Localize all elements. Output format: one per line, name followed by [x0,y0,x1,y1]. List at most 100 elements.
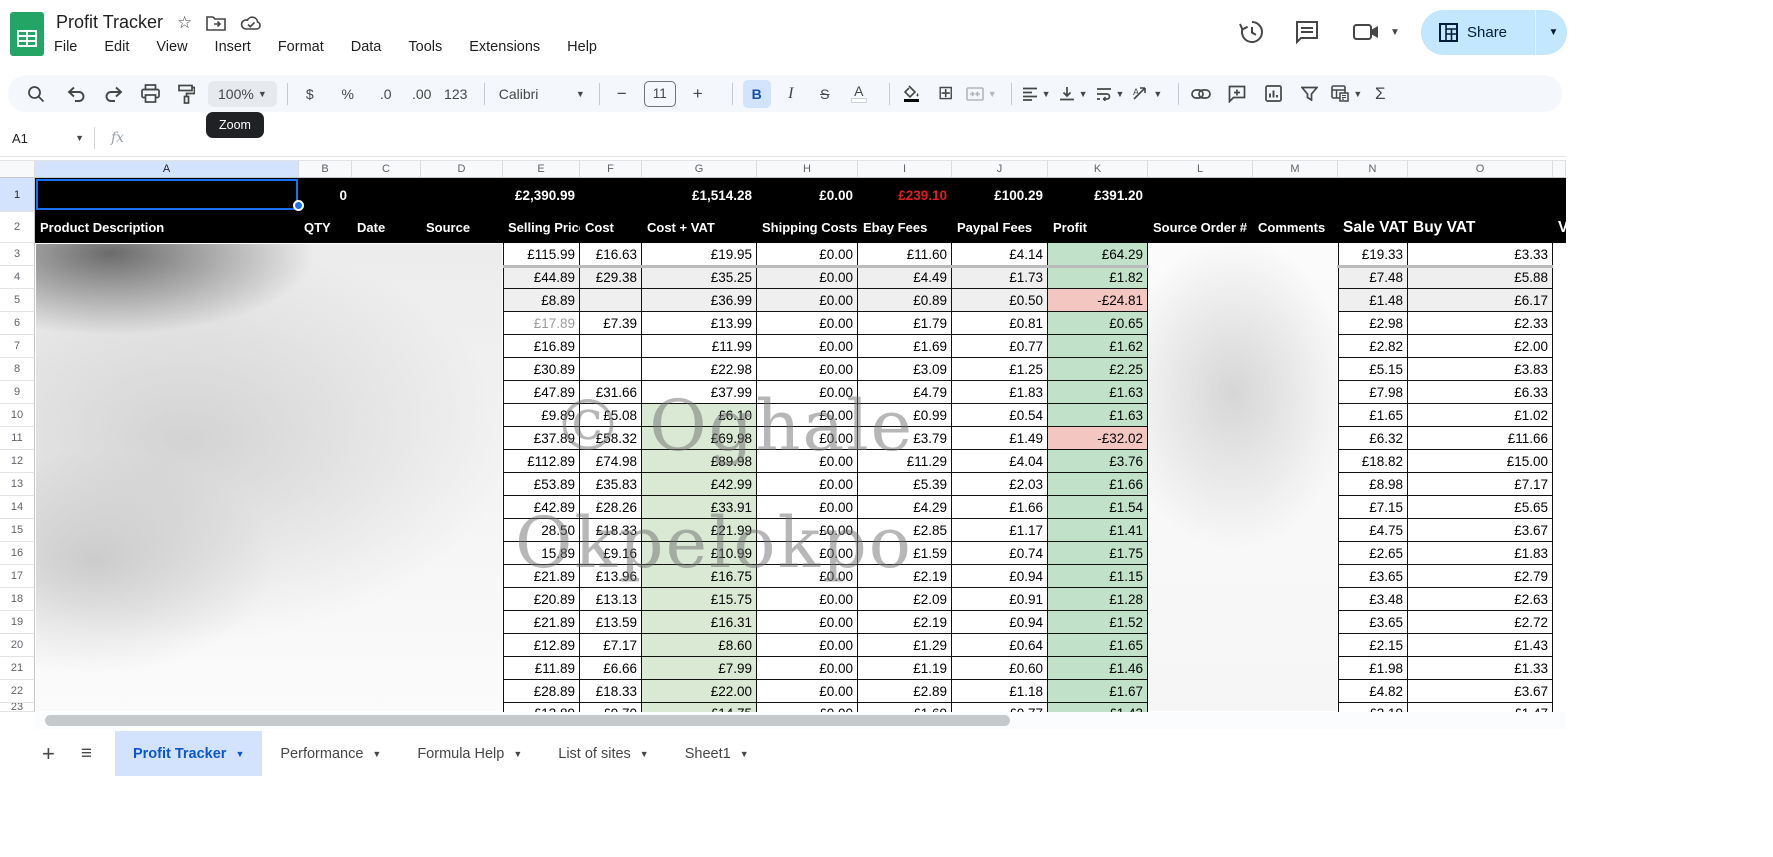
sheet-tab-caret[interactable]: ▼ [235,749,244,759]
cell-o22[interactable]: £3.67 [1408,680,1553,703]
column-title-source[interactable]: Source [421,212,503,243]
row-header-10[interactable]: 10 [0,404,35,427]
column-header-K[interactable]: K [1048,160,1148,178]
cell-k18[interactable]: £1.28 [1048,588,1148,611]
column-header-G[interactable]: G [642,160,757,178]
cell-n14[interactable]: £7.15 [1338,496,1408,519]
total-cell-h1[interactable]: £0.00 [757,178,858,212]
column-title-cost[interactable]: Cost [580,212,642,243]
row-header-1[interactable]: 1 [0,178,35,212]
row-header-7[interactable]: 7 [0,335,35,358]
cell-h21[interactable]: £0.00 [757,657,858,680]
horizontal-scrollbar-thumb[interactable] [45,715,1010,726]
sheet-tab-caret[interactable]: ▼ [740,749,749,759]
cell-k22[interactable]: £1.67 [1048,680,1148,703]
cell-o23[interactable]: £1.47 [1408,703,1553,712]
total-cell-e1[interactable]: £2,390.99 [503,178,580,212]
cell-o14[interactable]: £5.65 [1408,496,1553,519]
column-header-F[interactable]: F [580,160,642,178]
cell-k17[interactable]: £1.15 [1048,565,1148,588]
cell-j22[interactable]: £1.18 [952,680,1048,703]
cell-o10[interactable]: £1.02 [1408,404,1553,427]
cell-k13[interactable]: £1.66 [1048,473,1148,496]
cell-n23[interactable]: £2.19 [1338,703,1408,712]
column-title-p-clipped[interactable]: V [1553,212,1566,243]
column-title-product-description[interactable]: Product Description [35,212,299,243]
cell-o18[interactable]: £2.63 [1408,588,1553,611]
cell-i5[interactable]: £0.89 [858,289,952,312]
cell-n15[interactable]: £4.75 [1338,519,1408,542]
column-header-J[interactable]: J [952,160,1048,178]
cell-o3[interactable]: £3.33 [1408,243,1553,266]
cell-f22[interactable]: £18.33 [580,680,642,703]
cell-n3[interactable]: £19.33 [1338,243,1408,266]
column-header-p-clipped[interactable] [1553,160,1566,178]
column-header-N[interactable]: N [1338,160,1408,178]
cell-g3[interactable]: £19.95 [642,243,757,266]
cell-f7[interactable] [580,335,642,358]
column-header-I[interactable]: I [858,160,952,178]
column-title-paypal-fees[interactable]: Paypal Fees [952,212,1048,243]
cell-k11[interactable]: -£32.02 [1048,427,1148,450]
selection-fill-handle[interactable] [293,200,304,211]
column-header-L[interactable]: L [1148,160,1253,178]
cell-f19[interactable]: £13.59 [580,611,642,634]
cell-i23[interactable]: £1.69 [858,703,952,712]
cell-h6[interactable]: £0.00 [757,312,858,335]
cell-j6[interactable]: £0.81 [952,312,1048,335]
column-title-comments[interactable]: Comments [1253,212,1338,243]
row-header-3[interactable]: 3 [0,243,35,266]
cell-e20[interactable]: £12.89 [503,634,580,657]
total-cell-g1[interactable]: £1,514.28 [642,178,757,212]
cell-n10[interactable]: £1.65 [1338,404,1408,427]
row-header-18[interactable]: 18 [0,588,35,611]
cell-i21[interactable]: £1.19 [858,657,952,680]
row-header-11[interactable]: 11 [0,427,35,450]
cell-h7[interactable]: £0.00 [757,335,858,358]
row-header-8[interactable]: 8 [0,358,35,381]
cell-o19[interactable]: £2.72 [1408,611,1553,634]
cell-k7[interactable]: £1.62 [1048,335,1148,358]
cell-e4[interactable]: £44.89 [503,266,580,289]
selected-cell-outline[interactable] [36,179,298,210]
cell-k3[interactable]: £64.29 [1048,243,1148,266]
cell-n16[interactable]: £2.65 [1338,542,1408,565]
cell-i4[interactable]: £4.49 [858,266,952,289]
cell-o12[interactable]: £15.00 [1408,450,1553,473]
cell-e5[interactable]: £8.89 [503,289,580,312]
cell-n6[interactable]: £2.98 [1338,312,1408,335]
row-header-5[interactable]: 5 [0,289,35,312]
cell-o4[interactable]: £5.88 [1408,266,1553,289]
cell-g20[interactable]: £8.60 [642,634,757,657]
cell-g7[interactable]: £11.99 [642,335,757,358]
cell-g23[interactable]: £14.75 [642,703,757,712]
cell-n19[interactable]: £3.65 [1338,611,1408,634]
cell-n17[interactable]: £3.65 [1338,565,1408,588]
column-title-ebay-fees[interactable]: Ebay Fees [858,212,952,243]
cell-f21[interactable]: £6.66 [580,657,642,680]
sheet-tab-profit-tracker[interactable]: Profit Tracker▼ [115,731,262,776]
cell-n18[interactable]: £3.48 [1338,588,1408,611]
cell-k4[interactable]: £1.82 [1048,266,1148,289]
cell-f4[interactable]: £29.38 [580,266,642,289]
sheet-tab-sheet1[interactable]: Sheet1▼ [667,731,767,776]
cell-h22[interactable]: £0.00 [757,680,858,703]
row-header-20[interactable]: 20 [0,634,35,657]
cell-k8[interactable]: £2.25 [1048,358,1148,381]
cell-k23[interactable]: £1.43 [1048,703,1148,712]
row-header-15[interactable]: 15 [0,519,35,542]
cell-e3[interactable]: £115.99 [503,243,580,266]
grid-corner[interactable] [0,160,35,178]
cell-h5[interactable]: £0.00 [757,289,858,312]
cell-o17[interactable]: £2.79 [1408,565,1553,588]
column-header-C[interactable]: C [352,160,421,178]
cell-i6[interactable]: £1.79 [858,312,952,335]
row-header-21[interactable]: 21 [0,657,35,680]
cell-n7[interactable]: £2.82 [1338,335,1408,358]
cell-n12[interactable]: £18.82 [1338,450,1408,473]
column-header-E[interactable]: E [503,160,580,178]
row-header-14[interactable]: 14 [0,496,35,519]
column-header-A[interactable]: A [35,160,299,178]
cell-o16[interactable]: £1.83 [1408,542,1553,565]
sheet-tab-list-of-sites[interactable]: List of sites▼ [540,731,666,776]
